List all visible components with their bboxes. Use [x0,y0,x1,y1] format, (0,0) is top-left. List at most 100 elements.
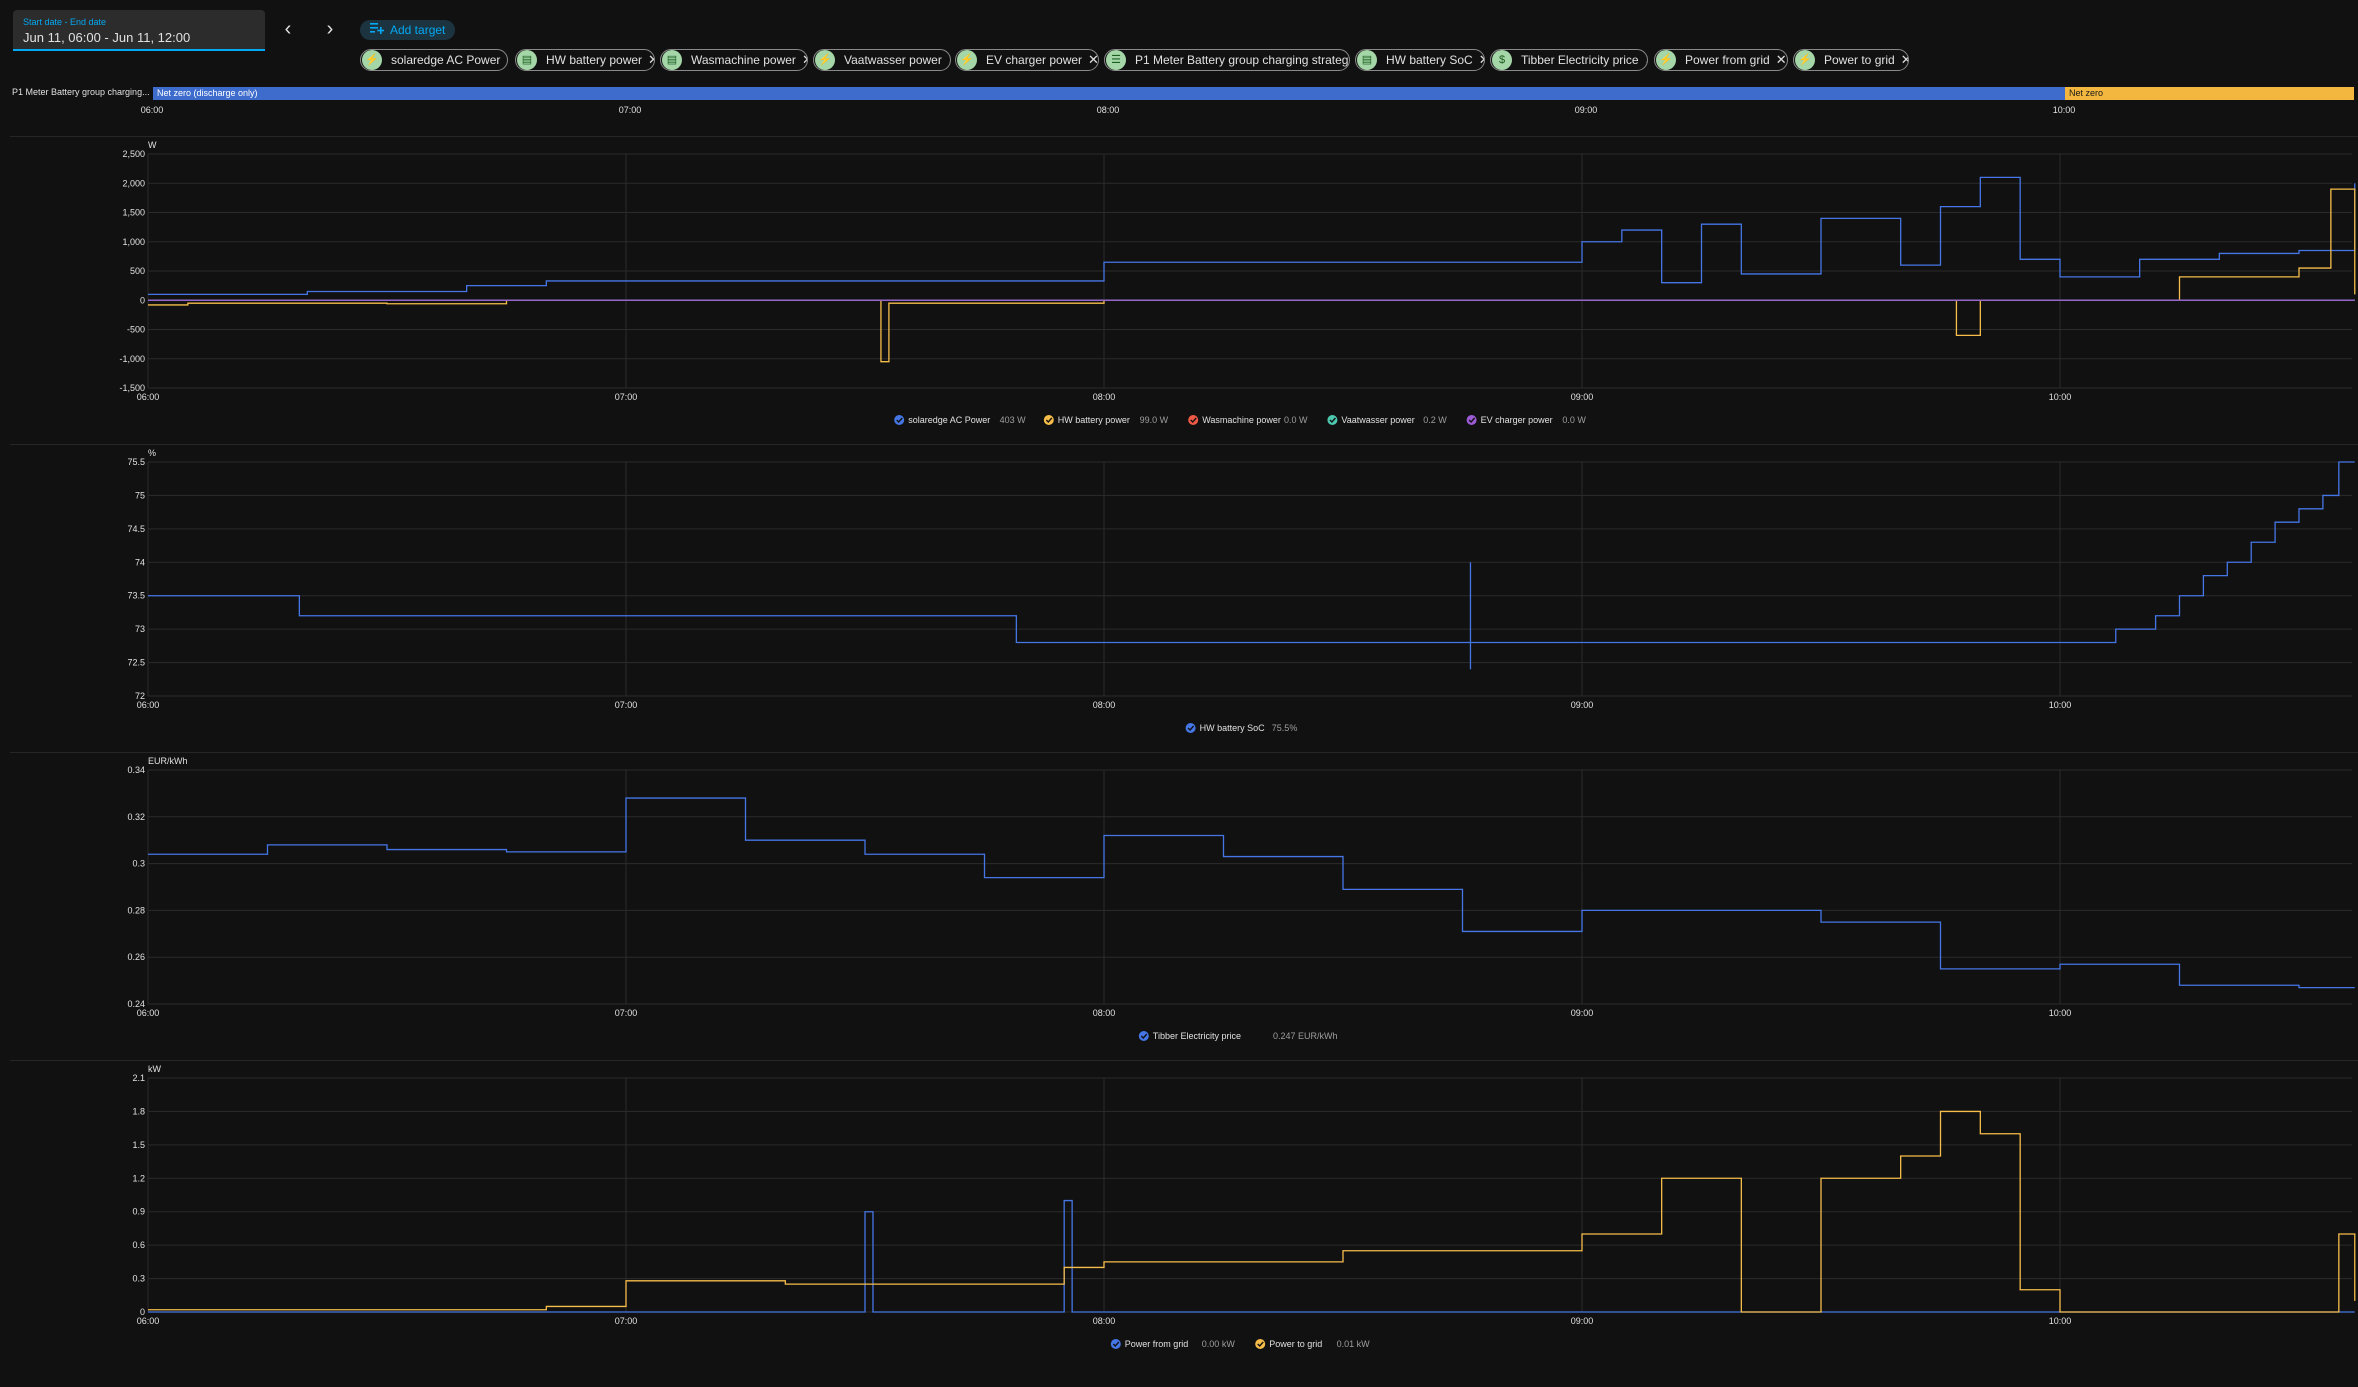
checkbox-icon [1043,415,1054,425]
y-tick-label: 73 [135,624,145,634]
remove-target-icon[interactable]: ✕ [1088,52,1098,68]
legend-item[interactable]: Vaatwasser power 0.2 W [1327,415,1447,425]
chart-divider [10,136,2358,137]
target-chip[interactable]: ⚡ Power to grid ✕ [1793,49,1909,71]
axis-unit-label: W [148,140,157,150]
series-line [148,1199,2355,1313]
legend-item[interactable]: Power from grid 0.00 kW [1110,1339,1236,1349]
timeline-segment[interactable]: Net zero (discharge only) [153,87,2065,100]
timeline-tick-label: 10:00 [2052,105,2076,115]
axis-unit-label: % [148,448,156,458]
y-tick-label: 75.5 [127,457,145,467]
battery-soc-chart: %75.57574.57473.57372.57206:00 07:00 08:00… [127,448,2355,733]
legend-series-name: Power from grid [1125,1339,1189,1349]
x-tick-label: 09:00 [1571,392,1594,402]
device-icon: ▤ [662,50,682,70]
chart-legend: solaredge AC Power 403 W HW battery power 9… [894,415,1586,425]
target-chip[interactable]: ⚡ Power from grid ✕ [1654,49,1788,71]
target-chip[interactable]: ▤ HW battery SoC ✕ [1355,49,1485,71]
legend-series-value: 403 W [1000,415,1027,425]
legend-series-value: 0.2 W [1423,415,1447,425]
y-tick-label: 2.1 [132,1073,145,1083]
legend-series-value: 0.247 EUR/kWh [1273,1031,1338,1041]
playlist-plus-icon [370,20,385,40]
chart-legend: Tibber Electricity price 0.247 EUR/kWh [1138,1031,1338,1041]
x-tick-label: 08:00 [1093,392,1116,402]
remove-target-icon[interactable]: ✕ [1645,52,1647,68]
x-tick-label: 09:00 [1571,1008,1594,1018]
date-range-picker[interactable]: Start date - End date Jun 11, 06:00 - Ju… [13,10,265,51]
x-tick-label: 07:00 [615,1316,638,1326]
axis-unit-label: EUR/kWh [148,756,188,766]
y-tick-label: 73.5 [127,591,145,601]
remove-target-icon[interactable]: ✕ [948,52,950,68]
remove-target-icon[interactable]: ✕ [648,52,654,68]
timeline-segment[interactable]: Net zero [2065,87,2354,100]
x-tick-label: 08:00 [1093,1316,1116,1326]
previous-period-button[interactable]: ‹ [276,18,300,42]
lightning-icon: ⚡ [1656,50,1676,70]
remove-target-icon[interactable]: ✕ [1776,52,1787,68]
add-target-button[interactable]: Add target [360,20,456,40]
remove-target-icon[interactable]: ✕ [506,52,507,68]
target-chip[interactable]: ☰ P1 Meter Battery group charging strateg… [1104,49,1350,71]
legend-item[interactable]: Tibber Electricity price 0.247 EUR/kWh [1138,1031,1338,1041]
target-chip-label: Tibber Electricity price [1521,53,1639,67]
y-tick-label: -1,000 [119,354,145,364]
lightning-icon: ⚡ [1795,50,1815,70]
legend-series-name: Power to grid [1269,1339,1322,1349]
legend-series-value: 0.00 kW [1202,1339,1236,1349]
target-chip[interactable]: ▤ Wasmachine power ✕ [660,49,808,71]
legend-item[interactable]: solaredge AC Power 403 W [894,415,1026,425]
next-period-button[interactable]: › [318,18,342,42]
remove-target-icon[interactable]: ✕ [802,52,807,68]
checkbox-icon [894,415,905,425]
series-line [148,176,2356,296]
checkbox-icon [1327,415,1338,425]
list-icon: ☰ [1106,50,1126,70]
legend-item[interactable]: EV charger power 0.0 W [1466,415,1587,425]
remove-target-icon[interactable]: ✕ [1479,52,1484,68]
timeline-tick-label: 08:00 [1096,105,1120,115]
legend-series-value: 99.0 W [1140,415,1169,425]
legend-item[interactable]: HW battery power 99.0 W [1043,415,1169,425]
y-tick-label: 0.3 [132,1274,145,1284]
x-tick-label: 07:00 [615,392,638,402]
y-tick-label: 2,500 [122,149,145,159]
remove-target-icon[interactable]: ✕ [1901,52,1908,68]
target-chip-label: P1 Meter Battery group charging strategy [1135,53,1350,67]
y-tick-label: 0 [140,295,145,305]
target-chip-label: Power from grid [1685,53,1770,67]
target-chip[interactable]: ⚡ solaredge AC Power ✕ [360,49,508,71]
y-tick-label: 74 [135,557,145,567]
target-chip[interactable]: $ Tibber Electricity price ✕ [1490,49,1648,71]
chart-divider [10,752,2358,753]
x-tick-label: 06:00 [137,392,160,402]
y-tick-label: 0.34 [127,765,145,775]
electricity-price-chart: EUR/kWh0.340.320.30.280.260.2406:00 07:00… [127,756,2355,1041]
y-tick-label: 2,000 [122,178,145,188]
y-tick-label: 0.32 [127,812,145,822]
legend-item[interactable]: HW battery SoC 75.5% [1185,723,1298,733]
x-tick-label: 10:00 [2049,392,2072,402]
legend-series-name: Tibber Electricity price [1153,1031,1241,1041]
target-chip-label: EV charger power [986,53,1083,67]
y-tick-label: 1,000 [122,237,145,247]
target-chip[interactable]: ⚡ EV charger power ✕ [955,49,1099,71]
target-chip[interactable]: ⚡ Vaatwasser power ✕ [813,49,951,71]
timeline-tick-label: 07:00 [618,105,642,115]
target-chip-label: Power to grid [1824,53,1895,67]
legend-series-name: Vaatwasser power [1341,415,1414,425]
y-tick-label: 0.9 [132,1207,145,1217]
y-tick-label: 0.26 [127,952,145,962]
lightning-icon: ⚡ [815,50,835,70]
chart-legend: HW battery SoC 75.5% [1185,723,1298,733]
legend-item[interactable]: Power to grid 0.01 kW [1255,1339,1370,1349]
checkbox-icon [1466,415,1477,425]
legend-series-name: EV charger power [1481,415,1553,425]
y-tick-label: 75 [135,490,145,500]
y-tick-label: 0.28 [127,905,145,915]
target-chip-list: ⚡ solaredge AC Power ✕ ▤ HW battery power ✕ ▤ W… [0,49,2358,73]
target-chip[interactable]: ▤ HW battery power ✕ [515,49,655,71]
legend-item[interactable]: Wasmachine power 0.0 W [1188,415,1308,425]
